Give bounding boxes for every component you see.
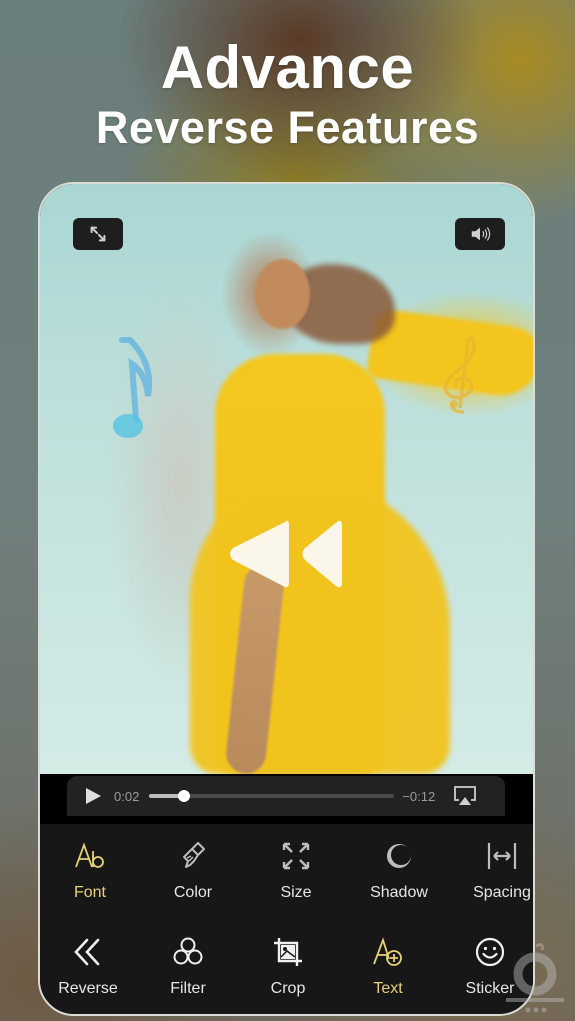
headline-subtitle: Reverse Features: [95, 102, 480, 153]
tool-label: Spacing: [473, 884, 531, 901]
tool-shadow[interactable]: Shadow: [349, 838, 449, 902]
tool-label: Crop: [270, 980, 306, 997]
tool-label: Reverse: [58, 980, 118, 997]
play-button[interactable]: [84, 787, 102, 805]
tool-label: Color: [173, 884, 213, 901]
eighth-note-icon: [113, 337, 153, 438]
tool-filter[interactable]: Filter: [138, 934, 238, 998]
tool-size[interactable]: Size: [246, 838, 346, 902]
shadow-circle-icon: [387, 844, 411, 868]
resize-arrows-icon: [282, 842, 310, 870]
tool-spacing[interactable]: Spacing: [452, 838, 533, 902]
double-chevron-left-icon: [74, 938, 100, 966]
watermark-logo-icon: [506, 943, 564, 1013]
progress-slider[interactable]: [149, 790, 395, 802]
rewind-icon[interactable]: [225, 514, 345, 594]
progress-thumb[interactable]: [177, 790, 190, 802]
speaker-volume-icon: [471, 227, 491, 241]
tool-label: Shadow: [370, 884, 428, 901]
tool-label: Filter: [170, 980, 206, 997]
play-icon: [86, 788, 101, 804]
expand-arrows-icon: [90, 226, 106, 242]
tool-text[interactable]: Text: [338, 934, 438, 998]
fullscreen-button[interactable]: [73, 218, 123, 250]
spacing-icon: [487, 843, 517, 869]
add-text-icon: [373, 937, 402, 966]
playback-bar: 0:02 −0:12: [67, 776, 505, 816]
tool-color[interactable]: Color: [143, 838, 243, 902]
treble-clef-icon: [443, 336, 476, 414]
current-time: 0:02: [114, 788, 140, 804]
edit-toolbar: Font Color Size Shadow Spacing Reverse F…: [40, 824, 533, 1014]
remaining-time: −0:12: [402, 788, 436, 804]
headline-title: Advance: [160, 34, 415, 101]
playback-controls: 0:02 −0:12: [40, 774, 533, 824]
tool-font[interactable]: Font: [40, 838, 140, 902]
font-ab-icon: [75, 842, 104, 868]
volume-button[interactable]: [455, 218, 505, 250]
tool-crop[interactable]: Crop: [238, 934, 338, 998]
airplay-button[interactable]: [453, 785, 477, 807]
paint-brush-icon: [183, 842, 205, 868]
video-preview[interactable]: [40, 184, 533, 776]
tool-label: Text: [373, 980, 403, 997]
tool-label: Size: [280, 884, 312, 901]
filter-circles-icon: [173, 937, 203, 965]
tool-label: Font: [73, 884, 106, 901]
phone-frame: 0:02 −0:12 Font Color Size Shadow Spacin…: [38, 182, 535, 1016]
video-subject-head: [255, 259, 310, 329]
tool-reverse[interactable]: Reverse: [40, 934, 138, 998]
crop-icon: [274, 938, 302, 966]
